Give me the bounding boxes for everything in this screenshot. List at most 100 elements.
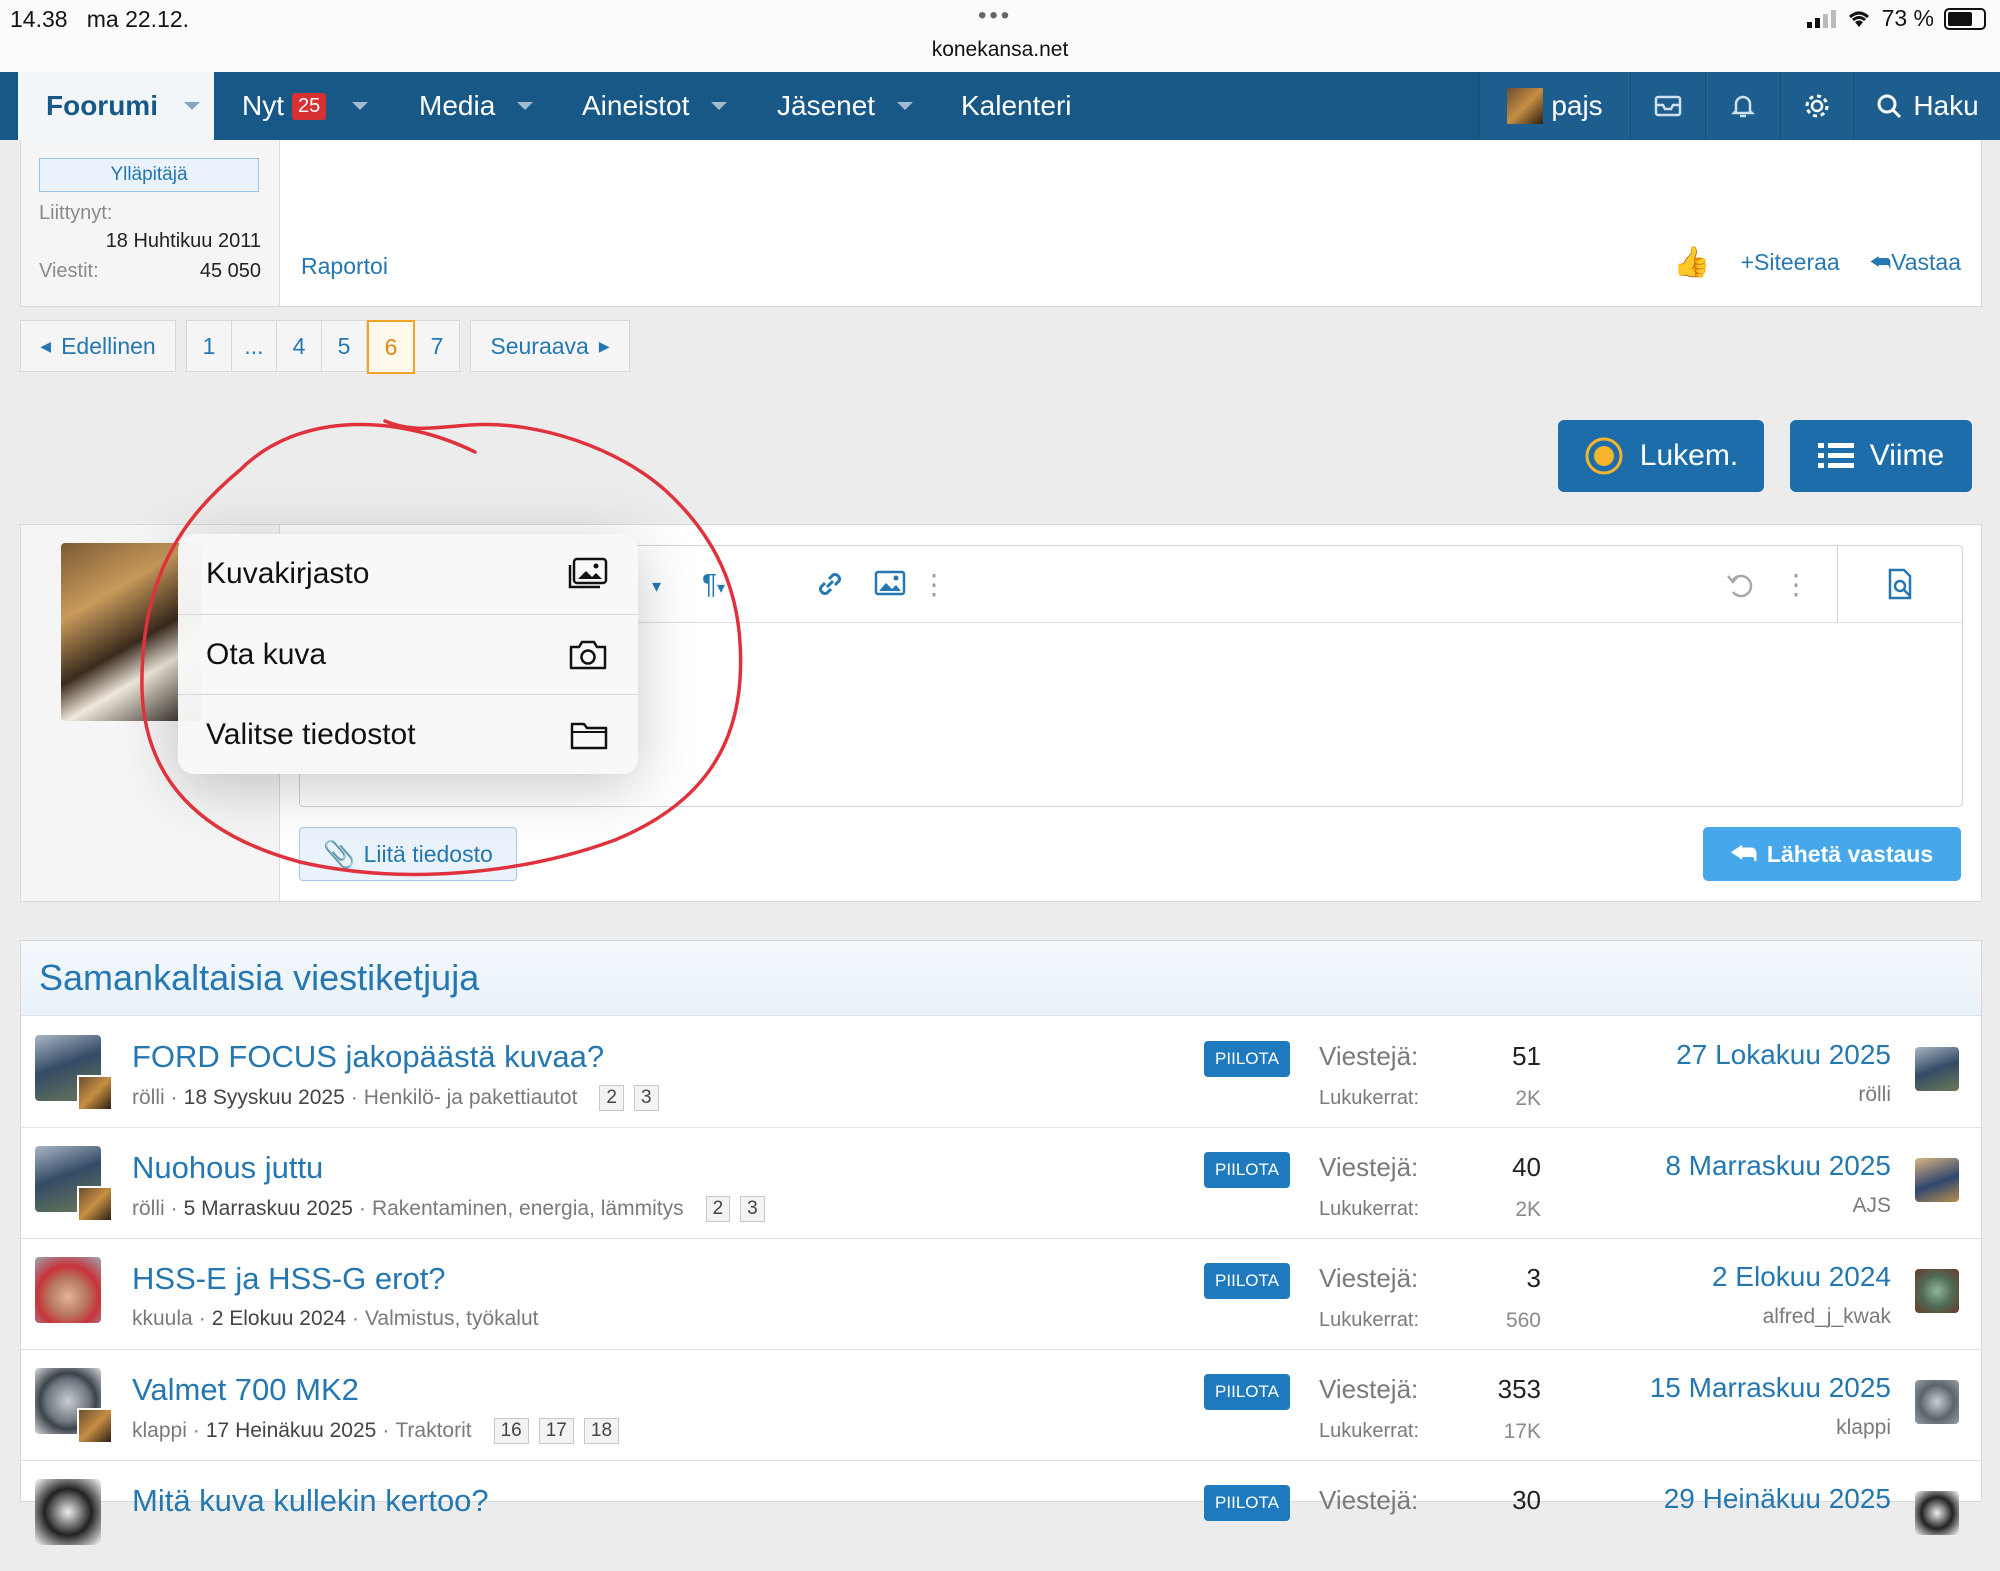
hide-tag-button[interactable]: PIILOTA [1204, 1485, 1290, 1521]
thread-meta: kkuula · 2 Elokuu 2024 · Valmistus, työkal… [132, 1307, 539, 1331]
views-count: 2K [1515, 1198, 1541, 1221]
thread-title[interactable]: Nuohous juttu [132, 1150, 323, 1186]
thread-page-link[interactable]: 18 [583, 1418, 620, 1444]
last-post-user[interactable]: alfred_j_kwak [1763, 1305, 1891, 1329]
last-post-date[interactable]: 27 Lokakuu 2025 [1676, 1039, 1891, 1071]
last-post-date[interactable]: 8 Marraskuu 2025 [1665, 1150, 1891, 1182]
thread-author[interactable]: rölli [132, 1197, 165, 1221]
chevron-down-icon[interactable] [711, 102, 728, 110]
table-row[interactable]: Nuohous juttu rölli · 5 Marraskuu 2025 · R… [21, 1128, 1981, 1239]
like-thumb-icon[interactable]: 👍 [1673, 245, 1710, 280]
bell-icon[interactable] [1705, 72, 1780, 140]
menu-item-take-photo[interactable]: Ota kuva [178, 614, 638, 694]
latest-button[interactable]: Viime [1790, 420, 1972, 492]
chevron-down-icon[interactable] [897, 102, 914, 110]
chevron-down-icon[interactable] [184, 102, 200, 110]
search-button[interactable]: Haku [1853, 72, 2000, 140]
thread-author[interactable]: rölli [132, 1086, 165, 1110]
thread-page-link[interactable]: 2 [705, 1196, 731, 1222]
hide-tag-button[interactable]: PIILOTA [1204, 1263, 1290, 1299]
thread-title[interactable]: Mitä kuva kullekin kertoo? [132, 1483, 489, 1519]
thread-author[interactable]: klappi [132, 1419, 187, 1443]
preview-icon [1888, 568, 1912, 600]
posts-label: Viestit: [39, 260, 99, 282]
address-url[interactable]: konekansa.net [0, 38, 2000, 62]
thread-page-link[interactable]: 3 [740, 1196, 765, 1222]
thread-forum[interactable]: Traktorit [395, 1419, 471, 1443]
nav-now[interactable]: Nyt 25 [242, 72, 369, 140]
last-post-user[interactable]: rölli [1858, 1083, 1891, 1107]
more-vertical-icon[interactable]: ⋮ [1782, 568, 1810, 601]
thread-forum[interactable]: Rakentaminen, energia, lämmitys [372, 1197, 684, 1221]
reply-label: Vastaa [1891, 249, 1961, 275]
thread-forum[interactable]: Henkilö- ja pakettiautot [364, 1086, 578, 1110]
last-post-user[interactable]: klappi [1836, 1416, 1891, 1440]
thread-date: 5 Marraskuu 2025 [183, 1197, 353, 1220]
thread-page-link[interactable]: 17 [538, 1418, 574, 1444]
nav-calendar[interactable]: Kalenteri [961, 72, 1072, 140]
undo-icon[interactable] [1724, 568, 1756, 607]
more-vertical-icon[interactable]: ⋮ [920, 568, 948, 601]
last-post-date[interactable]: 15 Marraskuu 2025 [1650, 1372, 1891, 1404]
nav-members[interactable]: Jäsenet [777, 72, 914, 140]
page-link[interactable]: 4 [277, 320, 322, 372]
thread-title[interactable]: HSS-E ja HSS-G erot? [132, 1261, 446, 1297]
report-link[interactable]: Raportoi [301, 253, 388, 280]
page-ellipsis[interactable]: ... [232, 320, 277, 372]
hide-tag-button[interactable]: PIILOTA [1204, 1041, 1290, 1077]
mark-read-button[interactable]: Lukem. [1558, 420, 1764, 492]
search-icon [1877, 94, 1902, 119]
photo-library-icon [568, 557, 608, 589]
last-post-date[interactable]: 29 Heinäkuu 2025 [1664, 1483, 1891, 1515]
table-row[interactable]: Valmet 700 MK2 klappi · 17 Heinäkuu 2025 ·… [21, 1350, 1981, 1461]
views-label: Lukukerrat: [1319, 1309, 1420, 1331]
send-reply-button[interactable]: ⮪ Lähetä vastaus [1703, 827, 1961, 881]
link-icon[interactable] [814, 568, 846, 607]
thread-author[interactable]: kkuula [132, 1307, 193, 1331]
table-row[interactable]: FORD FOCUS jakopäästä kuvaa? rölli · 18 S… [21, 1017, 1981, 1128]
chevron-down-icon[interactable] [352, 102, 369, 110]
menu-item-choose-files[interactable]: Valitse tiedostot [178, 694, 638, 774]
page-link[interactable]: 7 [415, 320, 460, 372]
thread-page-link[interactable]: 3 [633, 1085, 659, 1111]
user-menu[interactable]: pajs [1479, 72, 1630, 140]
preview-toggle[interactable] [1837, 546, 1962, 622]
nav-media[interactable]: Media [419, 72, 534, 140]
thread-title[interactable]: FORD FOCUS jakopäästä kuvaa? [132, 1039, 604, 1075]
nav-forum[interactable]: Foorumi [46, 72, 200, 140]
next-page-label: Seuraava [490, 332, 589, 359]
hide-tag-button[interactable]: PIILOTA [1204, 1152, 1290, 1188]
battery-icon [1944, 7, 1986, 30]
page-link[interactable]: 1 [186, 320, 232, 372]
table-row[interactable]: Mitä kuva kullekin kertoo? PIILOTA Viest… [21, 1461, 1981, 1571]
attach-file-button[interactable]: 📎 Liitä tiedosto [299, 827, 517, 881]
last-post-user[interactable]: AJS [1852, 1194, 1891, 1218]
image-icon[interactable] [874, 568, 906, 605]
quote-button[interactable]: +Siteeraa [1741, 249, 1840, 276]
hide-tag-button[interactable]: PIILOTA [1204, 1374, 1290, 1410]
thread-meta: klappi · 17 Heinäkuu 2025 · Traktorit 16 17… [132, 1418, 620, 1444]
paragraph-icon[interactable]: ¶▾ [702, 568, 725, 600]
chevron-down-icon[interactable]: ▾ [652, 576, 661, 597]
thread-page-link[interactable]: 16 [493, 1418, 529, 1444]
prev-page-button[interactable]: ◀ Edellinen [20, 320, 176, 372]
mark-read-label: Lukem. [1639, 439, 1739, 472]
nav-resources[interactable]: Aineistot [582, 72, 728, 140]
thread-page-link[interactable]: 2 [599, 1085, 624, 1111]
multitask-dots-icon[interactable]: ••• [978, 2, 1012, 30]
avatar [1915, 1047, 1959, 1091]
thread-forum[interactable]: Valmistus, työkalut [365, 1307, 539, 1331]
plus-icon: + [1740, 249, 1755, 275]
thread-title[interactable]: Valmet 700 MK2 [132, 1372, 359, 1408]
gear-icon[interactable] [1780, 72, 1853, 140]
inbox-icon[interactable] [1630, 72, 1705, 140]
reply-arrow-icon: ⮪ [1730, 837, 1757, 869]
page-link[interactable]: 5 [322, 320, 367, 372]
menu-item-photo-library[interactable]: Kuvakirjasto [178, 534, 638, 614]
page-current[interactable]: 6 [367, 320, 415, 374]
table-row[interactable]: HSS-E ja HSS-G erot? kkuula · 2 Elokuu 20… [21, 1239, 1981, 1350]
chevron-down-icon[interactable] [517, 102, 534, 110]
reply-button[interactable]: ⮪Vastaa [1870, 249, 1961, 276]
last-post-date[interactable]: 2 Elokuu 2024 [1712, 1261, 1891, 1293]
next-page-button[interactable]: Seuraava ▶ [470, 320, 630, 372]
